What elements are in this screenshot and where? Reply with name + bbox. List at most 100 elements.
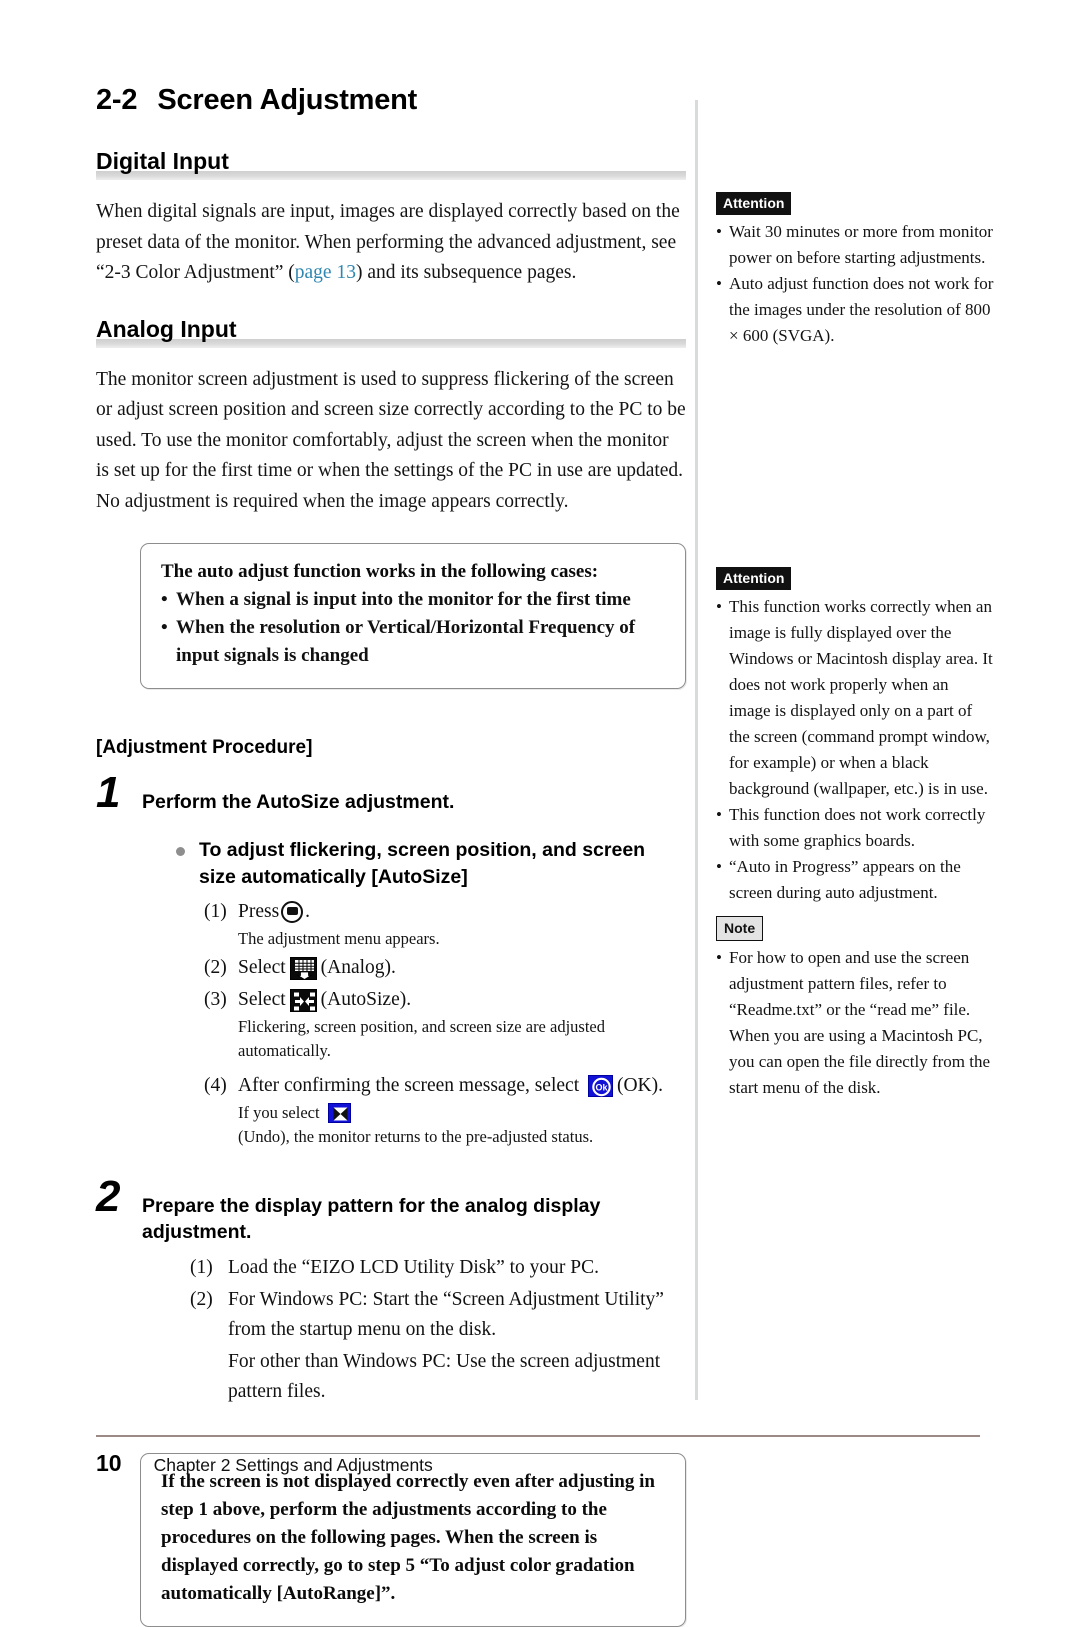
osd-analog-icon[interactable] [289, 956, 317, 980]
substep-mark: (2) [204, 957, 227, 978]
footer-chapter-text: Chapter 2 Settings and Adjustments [153, 1455, 433, 1475]
analog-input-paragraph: The monitor screen adjustment is used to… [96, 368, 686, 512]
callout-bullet: • When a signal is input into the monito… [161, 586, 665, 614]
bullet-mark: • [161, 617, 168, 638]
page-footer: 10 Chapter 2 Settings and Adjustments [96, 1450, 980, 1477]
substep-extra-text: For other than Windows PC: Use the scree… [228, 1351, 661, 1402]
substep-mark: (1) [190, 1257, 213, 1278]
sidebar-bullet-text: Auto adjust function does not work for t… [729, 274, 994, 345]
sidebar-bullet: • “Auto in Progress” appears on the scre… [716, 854, 994, 906]
sidebar-block-attention-2: Attention • This function works correctl… [716, 567, 994, 906]
osd-menu-icon[interactable] [281, 901, 304, 923]
digital-input-paragraph: When digital signals are input, images a… [96, 197, 686, 289]
column-divider [695, 100, 698, 1400]
sidebar-bullet-text: For how to open and use the screen adjus… [729, 948, 991, 1097]
callout-title: The auto adjust function works in the fo… [161, 561, 599, 582]
substep-1: (1) Press . [204, 897, 686, 927]
bullet-mark: • [716, 857, 722, 876]
osd-autosize-icon[interactable] [289, 988, 317, 1012]
sidebar-bullet-text: Wait 30 minutes or more from monitor pow… [729, 222, 993, 267]
callout-not-displayed-correctly: If the screen is not displayed correctly… [140, 1453, 686, 1627]
step-1-subbullet-text: To adjust flickering, screen position, a… [199, 839, 646, 888]
osd-undo-icon[interactable] [327, 1103, 351, 1123]
callout-bullet: • When the resolution or Vertical/Horizo… [161, 614, 665, 670]
substep-mark: (2) [190, 1289, 213, 1310]
step-1: 1 Perform the AutoSize adjustment. To ad… [96, 771, 686, 1149]
substep-text-after: (OK). [616, 1075, 664, 1096]
sidebar: Attention • Wait 30 minutes or more from… [716, 84, 994, 1101]
substep-2: (2) Select (Analog). [204, 953, 686, 983]
heading-analog-input: Analog Input [96, 315, 686, 349]
sidebar-bullet-text: This function works correctly when an im… [729, 597, 993, 798]
page-link[interactable]: page 13 [295, 262, 356, 283]
osd-autosize-icon-glyph [293, 992, 315, 1010]
step-1-number: 1 [96, 768, 121, 817]
footer-divider [96, 1435, 980, 1437]
heading-digital-input: Digital Input [96, 147, 686, 181]
step-1-title: Perform the AutoSize adjustment. [142, 791, 455, 813]
sidebar-block-note: Note • For how to open and use the scree… [716, 916, 994, 1101]
substep-text-before: Press [238, 901, 280, 922]
sidebar-bullet: • This function works correctly when an … [716, 594, 994, 802]
substep-text-before: Select [238, 989, 286, 1010]
substep-1-note: The adjustment menu appears. [238, 929, 440, 948]
bullet-mark: • [716, 948, 722, 967]
substep-1: (1) Load the “EIZO LCD Utility Disk” to … [190, 1253, 686, 1283]
sidebar-bullet-text: “Auto in Progress” appears on the screen… [729, 857, 961, 902]
sidebar-bullet: • Auto adjust function does not work for… [716, 271, 994, 349]
digital-text-after-link: ) and its subsequence pages. [355, 262, 577, 283]
section-number: 2-2 [96, 84, 138, 116]
status-badge-attention: Attention [716, 567, 792, 590]
document-page: 2-2 Screen Adjustment Digital Input When… [0, 0, 1080, 1627]
sidebar-bullet-text: This function does not work correctly wi… [729, 805, 986, 850]
status-badge-note: Note [716, 916, 764, 941]
substep-text-after: . [305, 901, 311, 922]
step-2-number: 2 [96, 1172, 121, 1221]
heading-analog-input-text: Analog Input [96, 315, 237, 342]
footer-page-number: 10 [96, 1450, 122, 1476]
undo-note-after: (Undo), the monitor returns to the pre-a… [238, 1127, 594, 1146]
status-badge-attention: Attention [716, 192, 792, 215]
bullet-mark: • [716, 597, 722, 616]
sidebar-bullet: • Wait 30 minutes or more from monitor p… [716, 219, 994, 271]
osd-ok-icon[interactable]: Ok [587, 1075, 613, 1097]
gray-bullet-icon [176, 847, 185, 856]
substep-text-before: After confirming the screen message, sel… [238, 1075, 580, 1096]
adjustment-procedure-label: [Adjustment Procedure] [96, 737, 313, 758]
step-2: 2 Prepare the display pattern for the an… [96, 1175, 686, 1407]
substep-extra: For other than Windows PC: Use the scree… [190, 1347, 686, 1407]
callout-auto-adjust-cases: The auto adjust function works in the fo… [140, 543, 686, 689]
callout-bullet-text: When a signal is input into the monitor … [176, 589, 631, 610]
substep-text: For Windows PC: Start the “Screen Adjust… [228, 1289, 664, 1340]
bullet-mark: • [716, 274, 722, 293]
substep-3: (3) Select (AutoSize). [204, 985, 686, 1015]
step-2-substeps: (1) Load the “EIZO LCD Utility Disk” to … [190, 1253, 686, 1407]
step-1-substeps: (1) Press . The adjustment menu appears.… [204, 897, 686, 1149]
substep-3-note: Flickering, screen position, and screen … [238, 1017, 605, 1060]
substep-mark: (1) [204, 901, 227, 922]
step-1-subbullet: To adjust flickering, screen position, a… [176, 837, 686, 891]
substep-mark: (3) [204, 989, 227, 1010]
sidebar-block-attention-1: Attention • Wait 30 minutes or more from… [716, 192, 994, 349]
heading-digital-input-text: Digital Input [96, 148, 229, 174]
main-column: 2-2 Screen Adjustment Digital Input When… [96, 84, 686, 1627]
osd-ok-icon-glyph: Ok [592, 1077, 611, 1097]
substep-4: (4) After confirming the screen message,… [204, 1071, 686, 1101]
bullet-mark: • [716, 222, 722, 241]
substep-mark: (4) [204, 1075, 227, 1096]
substep-2: (2) For Windows PC: Start the “Screen Ad… [190, 1285, 686, 1345]
undo-note: If you select (Undo), the monitor return… [238, 1101, 686, 1149]
section-title-text: Screen Adjustment [157, 84, 418, 116]
substep-text-before: Select [238, 957, 286, 978]
svg-text:Ok: Ok [595, 1083, 608, 1093]
callout-bottom-text: If the screen is not displayed correctly… [161, 1471, 655, 1604]
bullet-mark: • [716, 805, 722, 824]
step-2-title: Prepare the display pattern for the anal… [142, 1195, 601, 1243]
sidebar-bullet: • For how to open and use the screen adj… [716, 945, 994, 1101]
substep-text: Load the “EIZO LCD Utility Disk” to your… [228, 1257, 599, 1278]
substep-text-after: (Analog). [320, 957, 396, 978]
substep-text-after: (AutoSize). [320, 989, 412, 1010]
undo-note-before: If you select [238, 1103, 320, 1122]
osd-analog-icon-glyph [294, 959, 314, 980]
callout-bullet-text: When the resolution or Vertical/Horizont… [176, 617, 636, 666]
